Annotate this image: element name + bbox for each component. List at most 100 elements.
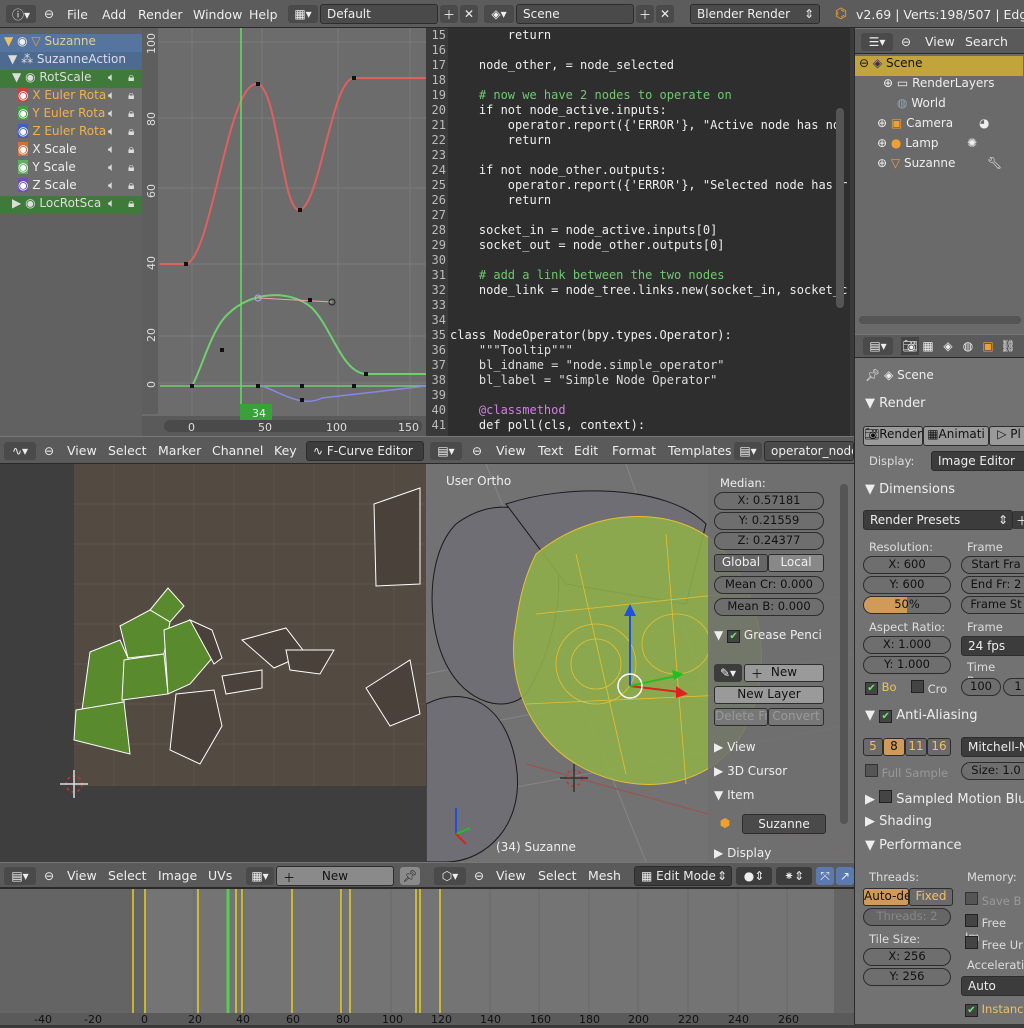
frame-step-field[interactable]: Frame St (961, 596, 1024, 614)
text-editor-icon[interactable]: ▤▾ (430, 442, 462, 460)
time-new-field[interactable]: 1 (1003, 678, 1024, 696)
shading-select-icon[interactable]: ●⇕ (736, 867, 772, 885)
menu-select[interactable]: Select (108, 868, 147, 883)
global-toggle[interactable]: Global (714, 554, 768, 572)
aa-samples-11[interactable]: 11 (905, 738, 927, 756)
menu-edit[interactable]: Edit (574, 443, 598, 458)
timeline-canvas[interactable]: -40 -20 0 20 40 60 80 100 120 140 160 18… (0, 889, 854, 1026)
menu-search[interactable]: Search (965, 34, 1008, 49)
outliner-item-suzanne[interactable]: ⊕ ▽ Suzanne 🔧︎ (855, 156, 1023, 176)
menu-image[interactable]: Image (158, 868, 197, 883)
screen-layout-field[interactable]: Default (320, 4, 438, 24)
threads-count-field[interactable]: Threads: 2 (863, 908, 951, 926)
panel-anti-aliasing[interactable]: ▼ ✔ Anti-Aliasing (855, 708, 1021, 730)
outliner-icon[interactable]: ☰▾ (861, 33, 893, 51)
menu-view[interactable]: View (496, 443, 526, 458)
lock-icon[interactable]: 🔒︎ (128, 178, 134, 193)
grease-new-button[interactable]: ＋ New (744, 664, 824, 682)
menu-format[interactable]: Format (612, 443, 656, 458)
channel-fcurve[interactable]: ◉ X Scale 🔈︎ 🔒︎ (0, 142, 142, 160)
speaker-icon[interactable]: 🔈︎ (108, 70, 115, 85)
scene-field[interactable]: Scene (516, 4, 634, 24)
image-browse-icon[interactable]: ▦▾ (246, 867, 274, 885)
display-select[interactable]: Image Editor (931, 451, 1024, 471)
eye-icon[interactable]: ◉ (18, 142, 29, 156)
expand-icon[interactable]: ▼ (4, 34, 13, 48)
border-checkbox[interactable]: ✔ Bo (865, 680, 897, 695)
aspect-y-field[interactable]: Y: 1.000 (863, 656, 951, 674)
collapse-icon[interactable]: ⊖ (42, 443, 56, 459)
expand-icon[interactable]: ⊕ (877, 116, 887, 130)
panel-motion-blur[interactable]: ▶ Sampled Motion Blur (855, 790, 1024, 812)
menu-marker[interactable]: Marker (158, 443, 201, 458)
collapse-icon[interactable]: ⊖ (42, 868, 56, 884)
menu-view[interactable]: View (496, 868, 526, 883)
item-name-field[interactable]: Suzanne (742, 814, 826, 834)
save-buffers-checkbox[interactable]: Save B (965, 892, 1021, 908)
speaker-icon[interactable]: 🔈︎ (108, 196, 115, 211)
eye-icon[interactable]: ◉ (25, 70, 35, 84)
menu-view[interactable]: View (67, 443, 97, 458)
expand-icon[interactable]: ▶ (12, 196, 21, 210)
resolution-y-field[interactable]: Y: 600 (863, 576, 951, 594)
mode-select[interactable]: ▦ Edit Mode ⇕ (634, 866, 732, 886)
display-subpanel[interactable]: ▶ Display (714, 846, 771, 860)
median-z-field[interactable]: Z: 0.24377 (714, 532, 824, 550)
speaker-icon[interactable]: 🔈︎ (108, 106, 116, 121)
expand-icon[interactable]: ▼ (12, 70, 21, 84)
grease-pencil-header[interactable]: ▼ ✔ Grease Penci (714, 628, 822, 643)
tile-y-field[interactable]: Y: 256 (863, 968, 951, 986)
mean-crease-field[interactable]: Mean Cr: 0.000 (714, 576, 824, 594)
add-screen-icon[interactable]: ＋ (440, 5, 458, 23)
lock-icon[interactable]: 🔒︎ (128, 88, 134, 103)
channel-object[interactable]: ▼ ◉ ▽ Suzanne (0, 34, 142, 52)
new-layer-button[interactable]: New Layer (714, 686, 824, 704)
outliner-item-renderlayers[interactable]: ⊕ ▭ RenderLayers (855, 76, 1023, 96)
threads-auto-button[interactable]: Auto-de (863, 888, 909, 906)
menu-text[interactable]: Text (538, 443, 563, 458)
render-presets-select[interactable]: Render Presets ⇕ (863, 510, 1013, 530)
channel-group[interactable]: ▼ ◉ RotScale 🔈︎ 🔒︎ (0, 70, 142, 88)
render-tab-icon[interactable]: 📷︎ (901, 337, 919, 355)
eye-icon[interactable]: ◉ (18, 160, 29, 174)
properties-icon[interactable]: ▤▾ (863, 337, 893, 355)
eye-icon[interactable]: ◉ (18, 124, 29, 138)
expand-icon[interactable]: ⊕ (883, 76, 893, 90)
menu-file[interactable]: File (67, 7, 88, 22)
free-unused-checkbox[interactable]: Free Ur (965, 936, 1023, 952)
pin-icon[interactable]: 📌︎ (865, 368, 880, 382)
expand-icon[interactable]: ⊕ (877, 136, 887, 150)
end-frame-field[interactable]: End Fr: 2 (961, 576, 1024, 594)
median-y-field[interactable]: Y: 0.21559 (714, 512, 824, 530)
aa-samples-5[interactable]: 5 (863, 738, 883, 756)
eye-icon[interactable]: ◉ (18, 178, 29, 192)
new-image-button[interactable]: ＋ New (276, 866, 394, 886)
expand-icon[interactable]: ⊕ (877, 156, 887, 170)
manipulator-icon[interactable]: ⤧ (816, 867, 834, 885)
speaker-icon[interactable]: 🔈︎ (108, 160, 116, 175)
text-filename-field[interactable]: operator_node (764, 441, 854, 461)
uv-canvas[interactable] (0, 464, 426, 862)
view-subpanel[interactable]: ▶ View (714, 740, 756, 754)
time-old-field[interactable]: 100 (961, 678, 1001, 696)
aa-size-field[interactable]: Size: 1.0 (961, 762, 1024, 780)
fps-select[interactable]: 24 fps (961, 636, 1024, 656)
channel-fcurve[interactable]: ◉ X Euler Rota 🔈︎ 🔒︎ (0, 88, 142, 106)
scene-tab-icon[interactable]: ◈ (939, 337, 957, 355)
menu-help[interactable]: Help (249, 7, 278, 22)
mean-bevel-field[interactable]: Mean B: 0.000 (714, 598, 824, 616)
local-toggle[interactable]: Local (768, 554, 824, 572)
threads-fixed-button[interactable]: Fixed (909, 888, 953, 906)
viewport-editor-icon[interactable]: ⬡▾ (434, 867, 466, 885)
outliner-item-lamp[interactable]: ⊕ ● Lamp ✺ (855, 136, 1023, 156)
fcurve-graph[interactable]: 100 80 60 40 20 0 34 0 50 100 150 (142, 28, 426, 436)
menu-view[interactable]: View (67, 868, 97, 883)
resolution-x-field[interactable]: X: 600 (863, 556, 951, 574)
render-engine-select[interactable]: Blender Render ⇕ (690, 4, 820, 24)
resolution-percent-field[interactable]: 50% (863, 596, 951, 614)
instances-checkbox[interactable]: ✔ Instanc (965, 1002, 1024, 1017)
pencil-icon[interactable]: ✎▾ (714, 664, 742, 682)
channel-fcurve[interactable]: ◉ Y Scale 🔈︎ 🔒︎ (0, 160, 142, 178)
translate-icon[interactable]: ↗ (836, 867, 854, 885)
outliner-item-world[interactable]: ◍ World (855, 96, 1023, 116)
